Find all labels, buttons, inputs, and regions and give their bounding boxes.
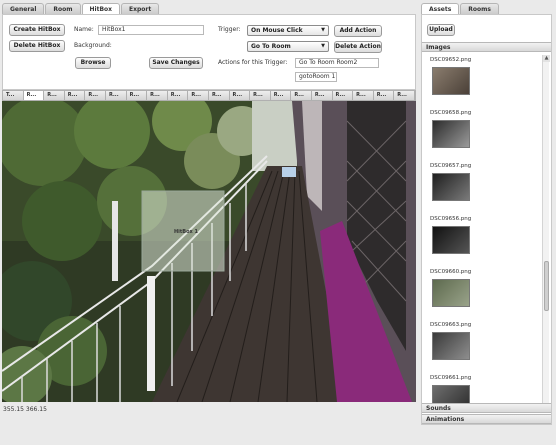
asset-thumbnail [432,173,470,201]
room-thumb[interactable]: R... [394,91,415,100]
images-section-header[interactable]: Images [422,42,551,52]
asset-name: DSC09658.png [430,110,472,116]
scroll-up-icon[interactable]: ▲ [543,55,550,62]
list-item[interactable]: DSC09658.png [425,108,540,161]
chevron-down-icon: ▼ [321,43,325,49]
trigger-select-value: On Mouse Click [251,27,303,34]
room-thumbnail-strip: T... R... R... R... R... R... R... R... … [2,90,416,101]
save-changes-button[interactable]: Save Changes [149,57,203,69]
room-photo [2,101,416,402]
animations-section-header[interactable]: Animations [422,414,551,424]
asset-name: DSC09661.png [430,375,472,381]
trigger-select[interactable]: On Mouse Click ▼ [247,25,329,36]
room-thumb[interactable]: R... [270,91,292,100]
asset-thumbnail [432,332,470,360]
asset-name: DSC09656.png [430,216,472,222]
browse-button[interactable]: Browse [75,57,111,69]
scrollbar-thumb[interactable] [544,261,549,311]
asset-thumbnail [432,226,470,254]
action-list-item[interactable]: gotoRoom 1 [295,72,337,82]
image-list-scrollbar[interactable]: ▲ ▼ [542,55,550,411]
room-thumb[interactable]: R... [311,91,333,100]
list-item[interactable]: DSC09656.png [425,214,540,267]
action-select[interactable]: Go To Room ▼ [247,41,329,52]
cursor-coordinates: 355.15 366.15 [3,406,47,413]
hitbox-panel: Create HitBox Delete HitBox Name: HitBox… [2,14,416,90]
room-thumb[interactable]: R... [229,91,251,100]
chevron-down-icon: ▼ [321,27,325,33]
room-thumb[interactable]: R... [64,91,86,100]
room-thumb[interactable]: R... [332,91,354,100]
room-thumb[interactable]: R... [373,91,395,100]
asset-name: DSC09657.png [430,163,472,169]
room-thumb[interactable]: R... [44,91,65,100]
name-label: Name: [74,26,94,33]
create-hitbox-button[interactable]: Create HitBox [9,24,65,36]
room-thumb[interactable]: T... [3,91,24,100]
room-thumb[interactable]: R... [188,91,209,100]
delete-action-button[interactable]: Delete Action [334,41,382,53]
upload-button[interactable]: Upload [427,24,455,36]
asset-name: DSC09663.png [430,322,472,328]
actions-label: Actions for this Trigger: [218,59,288,66]
room-thumb[interactable]: R... [105,91,127,100]
room-thumb[interactable]: R... [167,91,189,100]
delete-hitbox-button[interactable]: Delete HitBox [9,40,65,52]
room-canvas[interactable]: HitBox 1 [2,101,416,402]
asset-name: DSC09660.png [430,269,472,275]
action-select-value: Go To Room [251,43,291,50]
asset-name: DSC09652.png [430,57,472,63]
action-param-input[interactable]: Go To Room Room2 [295,58,379,68]
asset-thumbnail [432,67,470,95]
asset-thumbnail [432,120,470,148]
room-thumb[interactable]: R... [85,91,106,100]
assets-panel: Upload Images DSC09652.png DSC09658.png … [421,14,552,425]
name-input[interactable]: HitBox1 [98,25,204,35]
list-item[interactable]: DSC09660.png [425,267,540,320]
background-label: Background: [74,42,112,49]
room-thumb[interactable]: R... [23,91,45,100]
image-list: DSC09652.png DSC09658.png DSC09657.png D… [425,55,540,411]
room-thumb[interactable]: R... [147,91,168,100]
room-thumb[interactable]: R... [250,91,271,100]
sounds-section-header[interactable]: Sounds [422,403,551,413]
room-thumb[interactable]: R... [291,91,312,100]
list-item[interactable]: DSC09652.png [425,55,540,108]
room-thumb[interactable]: R... [126,91,148,100]
trigger-label: Trigger: [218,26,241,33]
add-action-button[interactable]: Add Action [334,25,382,37]
list-item[interactable]: DSC09663.png [425,320,540,373]
room-thumb[interactable]: R... [208,91,230,100]
hitbox-overlay-label[interactable]: HitBox 1 [174,229,198,235]
room-thumb[interactable]: R... [353,91,374,100]
asset-thumbnail [432,279,470,307]
list-item[interactable]: DSC09657.png [425,161,540,214]
